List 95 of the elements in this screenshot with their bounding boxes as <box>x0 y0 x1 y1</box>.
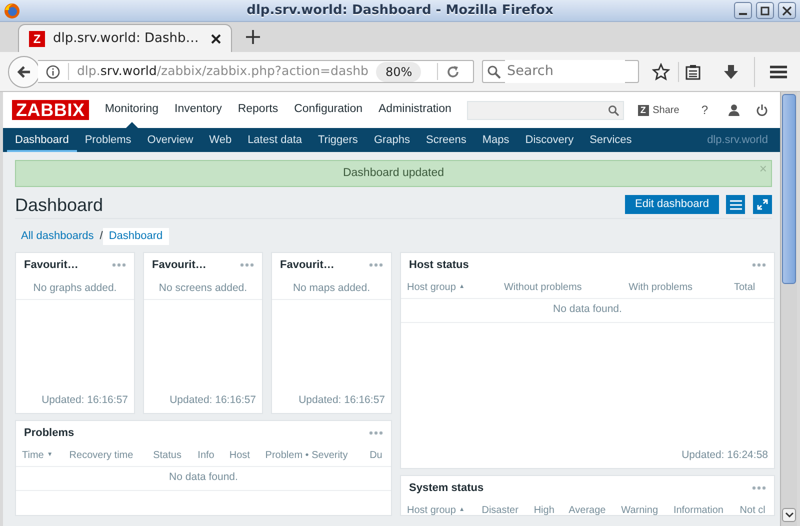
menu-icon[interactable] <box>770 64 787 78</box>
page-title: Dashboard <box>15 195 104 217</box>
column-header: Warning <box>621 504 658 515</box>
menu-item[interactable]: Configuration <box>286 92 371 128</box>
column-header: High <box>534 504 554 515</box>
updated-time: Updated: 16:16:57 <box>170 394 256 406</box>
search-field[interactable]: Search <box>482 60 639 83</box>
submenu-item[interactable]: Latest data <box>240 128 310 152</box>
menu-item[interactable]: Monitoring <box>96 92 167 128</box>
column-header: Info <box>198 450 214 461</box>
submenu-item[interactable]: Problems <box>76 128 140 152</box>
user-icon[interactable] <box>728 104 740 116</box>
widget-title: Problems <box>24 426 74 441</box>
column-label[interactable]: Host group <box>407 282 456 293</box>
breadcrumb-separator: / <box>100 229 103 244</box>
column-header: Disaster <box>482 504 518 515</box>
column-header: Average <box>568 504 606 515</box>
zabbix-logo[interactable]: ZABBIX <box>12 100 89 120</box>
server-name: dlp.srv.world <box>707 132 769 148</box>
column-header: Total <box>734 282 756 293</box>
url-field[interactable]: dlp.srv.world/zabbix/zabbix.php?action=dashb 80% <box>38 60 474 83</box>
widget-title: Favourit… <box>280 258 334 273</box>
submenu-item[interactable]: Overview <box>139 128 202 152</box>
minimize-icon <box>739 12 747 14</box>
fullscreen-icon <box>757 199 768 210</box>
minimize-button[interactable] <box>734 2 752 19</box>
close-icon <box>782 6 792 16</box>
scrollbar-thumb[interactable] <box>782 94 796 284</box>
menu-item[interactable]: Reports <box>230 92 286 128</box>
back-button[interactable] <box>8 56 40 88</box>
back-arrow-icon <box>16 64 32 80</box>
submenu-item[interactable]: Dashboard <box>7 128 77 152</box>
updated-time: Updated: 16:16:57 <box>298 394 385 406</box>
column-header: Du <box>370 450 382 461</box>
breadcrumb-link[interactable]: Dashboard <box>102 228 169 245</box>
column-header: With problems <box>628 282 693 293</box>
empty-message: No graphs added. <box>16 277 134 300</box>
close-tab-icon[interactable] <box>211 34 221 44</box>
column-header: Status <box>153 450 182 461</box>
submenu-item[interactable]: Screens <box>418 128 474 152</box>
search-icon <box>487 64 501 78</box>
clipboard-icon[interactable] <box>685 64 701 80</box>
column-header: Not cl <box>740 504 766 515</box>
tab-title: dlp.srv.world: Dashb… <box>53 30 200 48</box>
menu-item[interactable]: Administration <box>370 92 460 128</box>
scrollbar[interactable] <box>780 92 797 526</box>
submenu-item[interactable]: Web <box>201 128 240 152</box>
chevron-down-icon <box>784 512 794 518</box>
widget-title: Favourit… <box>152 258 206 273</box>
favicon: Z <box>29 30 45 46</box>
submenu-item[interactable]: Maps <box>474 128 518 152</box>
download-icon[interactable] <box>723 64 739 80</box>
power-icon[interactable] <box>756 104 768 116</box>
column-header: Without problems <box>504 282 582 293</box>
menu-icon <box>730 200 742 210</box>
column-header: Information <box>673 504 724 515</box>
empty-message: No screens added. <box>144 277 262 300</box>
updated-time: Updated: 16:24:58 <box>682 449 768 462</box>
maximize-button[interactable] <box>756 2 774 19</box>
url-text[interactable]: dlp.srv.world/zabbix/zabbix.php?action=dashb <box>77 62 368 81</box>
column-label[interactable]: Host group <box>407 504 456 515</box>
edit-dashboard-button[interactable]: Edit dashboard <box>625 195 719 214</box>
star-icon[interactable] <box>652 62 670 80</box>
menu-button[interactable] <box>726 195 745 214</box>
breadcrumb-link[interactable]: All dashboards <box>15 228 100 245</box>
empty-message: No maps added. <box>272 277 391 300</box>
close-button[interactable] <box>778 2 796 19</box>
browser-tab[interactable]: Z dlp.srv.world: Dashb… <box>18 24 232 52</box>
maximize-icon <box>760 6 770 16</box>
empty-message: No data found. <box>401 298 774 322</box>
column-header: Recovery time <box>69 450 134 461</box>
submenu-item[interactable]: Services <box>582 128 640 152</box>
search-icon[interactable] <box>608 104 619 116</box>
firefox-icon <box>4 3 20 19</box>
new-tab-button[interactable] <box>246 30 260 44</box>
empty-message: No data found. <box>16 466 391 490</box>
widget-title: System status <box>409 480 484 496</box>
zoom-button[interactable]: 80% <box>376 62 422 82</box>
info-icon[interactable] <box>46 64 60 78</box>
message-text: Dashboard updated <box>342 166 444 181</box>
column-header: Problem • Severity <box>265 450 348 461</box>
submenu-item[interactable]: Discovery <box>517 128 582 152</box>
share-link[interactable]: Z Share <box>638 102 680 118</box>
fullscreen-button[interactable] <box>753 195 772 214</box>
submenu-item[interactable]: Triggers <box>310 128 366 152</box>
scroll-down-button[interactable] <box>782 508 796 522</box>
widget-title: Host status <box>409 258 469 273</box>
widget-title: Favourit… <box>24 258 78 273</box>
help-link[interactable]: ? <box>701 101 708 119</box>
updated-time: Updated: 16:16:57 <box>42 394 128 406</box>
reload-icon[interactable] <box>446 64 460 78</box>
submenu-item[interactable]: Graphs <box>366 128 418 152</box>
menu-item[interactable]: Inventory <box>166 92 230 128</box>
window-title: dlp.srv.world: Dashboard - Mozilla Firefox <box>246 2 554 20</box>
column-header: Host <box>229 450 250 461</box>
